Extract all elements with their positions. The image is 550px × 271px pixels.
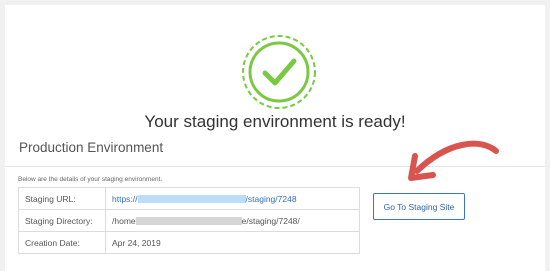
checkmark-circle-icon	[242, 35, 316, 109]
table-row: Staging URL: https:// /staging/7248	[18, 187, 360, 210]
staging-directory-suffix: e/staging/7248/	[241, 215, 300, 226]
table-row: Creation Date: Apr 24, 2019	[18, 231, 360, 254]
staging-url-suffix[interactable]: /staging/7248	[246, 194, 297, 204]
redacted-block	[135, 216, 242, 225]
creation-date-label: Creation Date:	[18, 231, 106, 254]
details-table: Staging URL: https:// /staging/7248 Stagi…	[18, 187, 360, 254]
staging-directory-value: /home e/staging/7248/	[105, 209, 360, 232]
staging-url-label: Staging URL:	[18, 187, 106, 210]
staging-directory-prefix: /home	[112, 215, 136, 226]
section-title: Production Environment	[19, 140, 164, 155]
table-row: Staging Directory: /home e/staging/7248/	[18, 209, 360, 232]
creation-date-value: Apr 24, 2019	[105, 231, 360, 254]
details-note: Below are the details of your staging en…	[18, 176, 163, 183]
go-to-staging-site-button[interactable]: Go To Staging Site	[373, 193, 465, 220]
curved-arrow-icon	[408, 140, 499, 181]
redacted-block	[137, 194, 246, 203]
staging-directory-label: Staging Directory:	[18, 209, 106, 232]
staging-url-prefix[interactable]: https://	[112, 194, 138, 204]
staging-ready-card: Your staging environment is ready! Produ…	[5, 5, 545, 271]
staging-url-value[interactable]: https:// /staging/7248	[105, 187, 360, 210]
page-title: Your staging environment is ready!	[144, 112, 406, 131]
